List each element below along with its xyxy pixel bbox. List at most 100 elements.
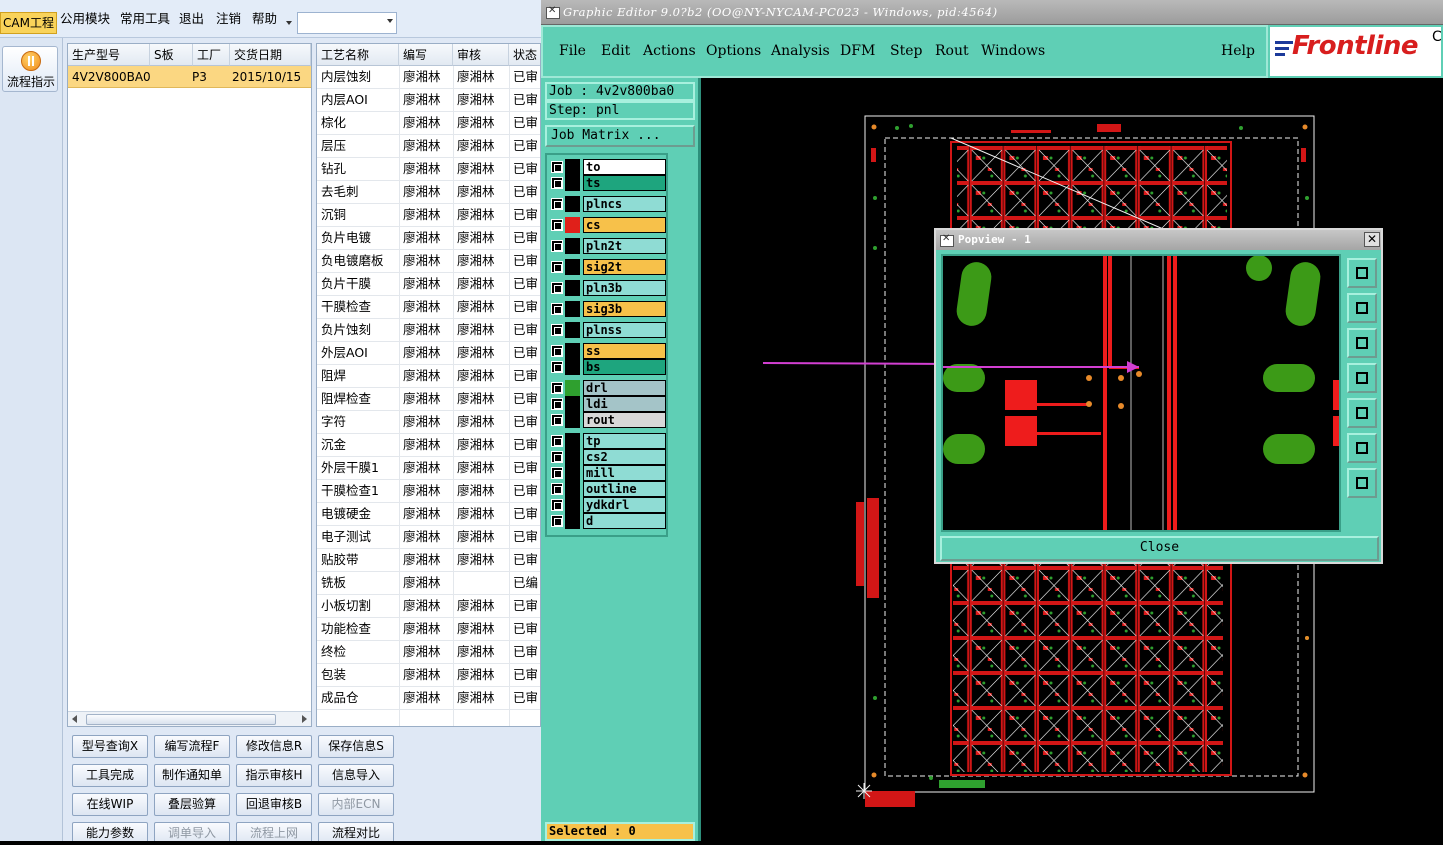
layer-name[interactable]: drl: [583, 380, 666, 396]
popview-pan-right-icon[interactable]: [1347, 398, 1377, 428]
layer-name[interactable]: mill: [583, 465, 666, 481]
layer-color-swatch[interactable]: [565, 238, 580, 254]
layer-checkbox[interactable]: [551, 382, 563, 394]
process-row[interactable]: 内层AOI 廖湘林 廖湘林 已审: [317, 89, 540, 112]
layer-checkbox[interactable]: [551, 282, 563, 294]
layer-name[interactable]: ts: [583, 175, 666, 191]
layer-row-plncs[interactable]: plncs: [549, 196, 667, 212]
menu-file[interactable]: File: [559, 43, 586, 59]
process-row[interactable]: 阻焊检查 廖湘林 廖湘林 已审: [317, 388, 540, 411]
order-header-model[interactable]: 生产型号: [68, 44, 150, 66]
menu-public-modules[interactable]: 公用模块: [57, 9, 113, 29]
layer-row-mill[interactable]: mill: [549, 465, 667, 481]
layer-name[interactable]: sig2t: [583, 259, 666, 275]
layer-row-bs[interactable]: bs: [549, 359, 667, 375]
process-row[interactable]: 电镀硬金 廖湘林 廖湘林 已审: [317, 503, 540, 526]
proc-header-name[interactable]: 工艺名称: [317, 44, 399, 66]
popview-pan-down-icon[interactable]: [1347, 328, 1377, 358]
process-row[interactable]: 层压 廖湘林 廖湘林 已审: [317, 135, 540, 158]
layer-color-swatch[interactable]: [565, 322, 580, 338]
layer-checkbox[interactable]: [551, 198, 563, 210]
menu-rout[interactable]: Rout: [935, 43, 969, 59]
layer-checkbox[interactable]: [551, 515, 563, 527]
layer-checkbox[interactable]: [551, 177, 563, 189]
layer-color-swatch[interactable]: [565, 380, 580, 396]
proc-header-status[interactable]: 状态: [509, 44, 540, 66]
layer-name[interactable]: cs2: [583, 449, 666, 465]
layer-checkbox[interactable]: [551, 324, 563, 336]
layer-checkbox[interactable]: [551, 361, 563, 373]
process-row[interactable]: 小板切割 廖湘林 廖湘林 已审: [317, 595, 540, 618]
menu-windows[interactable]: Windows: [981, 43, 1045, 59]
layer-name[interactable]: outline: [583, 481, 666, 497]
layer-name[interactable]: ldi: [583, 396, 666, 412]
chevron-down-icon[interactable]: [387, 19, 393, 23]
layer-row-plnss[interactable]: plnss: [549, 322, 667, 338]
layer-name[interactable]: rout: [583, 412, 666, 428]
layer-checkbox[interactable]: [551, 161, 563, 173]
layer-name[interactable]: plncs: [583, 196, 666, 212]
window-menu-icon[interactable]: [940, 233, 954, 247]
layer-row-cs[interactable]: cs: [549, 217, 667, 233]
menu-exit[interactable]: 退出: [176, 9, 207, 29]
process-row[interactable]: 外层干膜1 廖湘林 廖湘林 已审: [317, 457, 540, 480]
layer-name[interactable]: plnss: [583, 322, 666, 338]
popview-close-button[interactable]: Close: [940, 536, 1379, 561]
process-row[interactable]: 功能检查 廖湘林 廖湘林 已审: [317, 618, 540, 641]
layer-row-sig2t[interactable]: sig2t: [549, 259, 667, 275]
process-row[interactable]: 电子测试 廖湘林 廖湘林 已审: [317, 526, 540, 549]
close-icon[interactable]: ✕: [1364, 232, 1380, 247]
layer-color-swatch[interactable]: [565, 280, 580, 296]
process-row[interactable]: 外层AOI 廖湘林 廖湘林 已审: [317, 342, 540, 365]
layer-checkbox[interactable]: [551, 398, 563, 410]
internal-ecn-button[interactable]: 内部ECN: [318, 793, 394, 816]
stack-check-button[interactable]: 叠层验算: [154, 793, 230, 816]
layer-row-tp[interactable]: tp: [549, 433, 667, 449]
capability-params-button[interactable]: 能力参数: [72, 822, 148, 841]
popview-zoom-in-icon[interactable]: [1347, 433, 1377, 463]
graphic-editor-titlebar[interactable]: Graphic Editor 9.0?b2 (OO@NY-NYCAM-PC023…: [541, 0, 1443, 25]
layer-color-swatch[interactable]: [565, 396, 580, 412]
process-row[interactable]: 成品仓 廖湘林 廖湘林 已审: [317, 687, 540, 710]
process-row[interactable]: 负片蚀刻 廖湘林 廖湘林 已审: [317, 319, 540, 342]
process-row[interactable]: 沉金 廖湘林 廖湘林 已审: [317, 434, 540, 457]
window-menu-icon[interactable]: [546, 5, 560, 19]
layer-name[interactable]: cs: [583, 217, 666, 233]
menu-options[interactable]: Options: [706, 43, 761, 59]
layer-row-ldi[interactable]: ldi: [549, 396, 667, 412]
process-row[interactable]: 去毛刺 廖湘林 廖湘林 已审: [317, 181, 540, 204]
layer-checkbox[interactable]: [551, 261, 563, 273]
tool-done-button[interactable]: 工具完成: [72, 764, 148, 787]
layer-row-ts[interactable]: ts: [549, 175, 667, 191]
layer-row-pln2t[interactable]: pln2t: [549, 238, 667, 254]
layer-checkbox[interactable]: [551, 499, 563, 511]
process-row[interactable]: 内层蚀刻 廖湘林 廖湘林 已审: [317, 66, 540, 89]
layer-name[interactable]: to: [583, 159, 666, 175]
process-row[interactable]: 干膜检查1 廖湘林 廖湘林 已审: [317, 480, 540, 503]
layer-row-ydkdrl[interactable]: ydkdrl: [549, 497, 667, 513]
process-row[interactable]: 字符 廖湘林 廖湘林 已审: [317, 411, 540, 434]
layer-color-swatch[interactable]: [565, 481, 580, 497]
order-grid-scrollbar[interactable]: [68, 711, 311, 726]
help-dropdown-arrow-icon[interactable]: [286, 21, 292, 25]
popview-zoom-window-icon[interactable]: [1347, 258, 1377, 288]
layer-checkbox[interactable]: [551, 240, 563, 252]
scrollbar-thumb[interactable]: [86, 714, 276, 725]
online-wip-button[interactable]: 在线WIP: [72, 793, 148, 816]
layer-checkbox[interactable]: [551, 467, 563, 479]
layer-row-ss[interactable]: ss: [549, 343, 667, 359]
layer-checkbox[interactable]: [551, 219, 563, 231]
layer-color-swatch[interactable]: [565, 159, 580, 175]
order-row[interactable]: 4V2V800BA0 P3 2015/10/15: [68, 66, 311, 88]
menu-logout[interactable]: 注销: [213, 9, 244, 29]
flow-upload-button[interactable]: 流程上网: [236, 822, 312, 841]
layer-color-swatch[interactable]: [565, 412, 580, 428]
process-row[interactable]: 负电镀磨板 廖湘林 廖湘林 已审: [317, 250, 540, 273]
guide-review-button[interactable]: 指示审核H: [236, 764, 312, 787]
layer-row-drl[interactable]: drl: [549, 380, 667, 396]
layer-row-d[interactable]: d: [549, 513, 667, 529]
layer-color-swatch[interactable]: [565, 513, 580, 529]
write-flow-button[interactable]: 编写流程F: [154, 735, 230, 758]
layer-row-pln3b[interactable]: pln3b: [549, 280, 667, 296]
menu-dfm[interactable]: DFM: [840, 43, 875, 59]
